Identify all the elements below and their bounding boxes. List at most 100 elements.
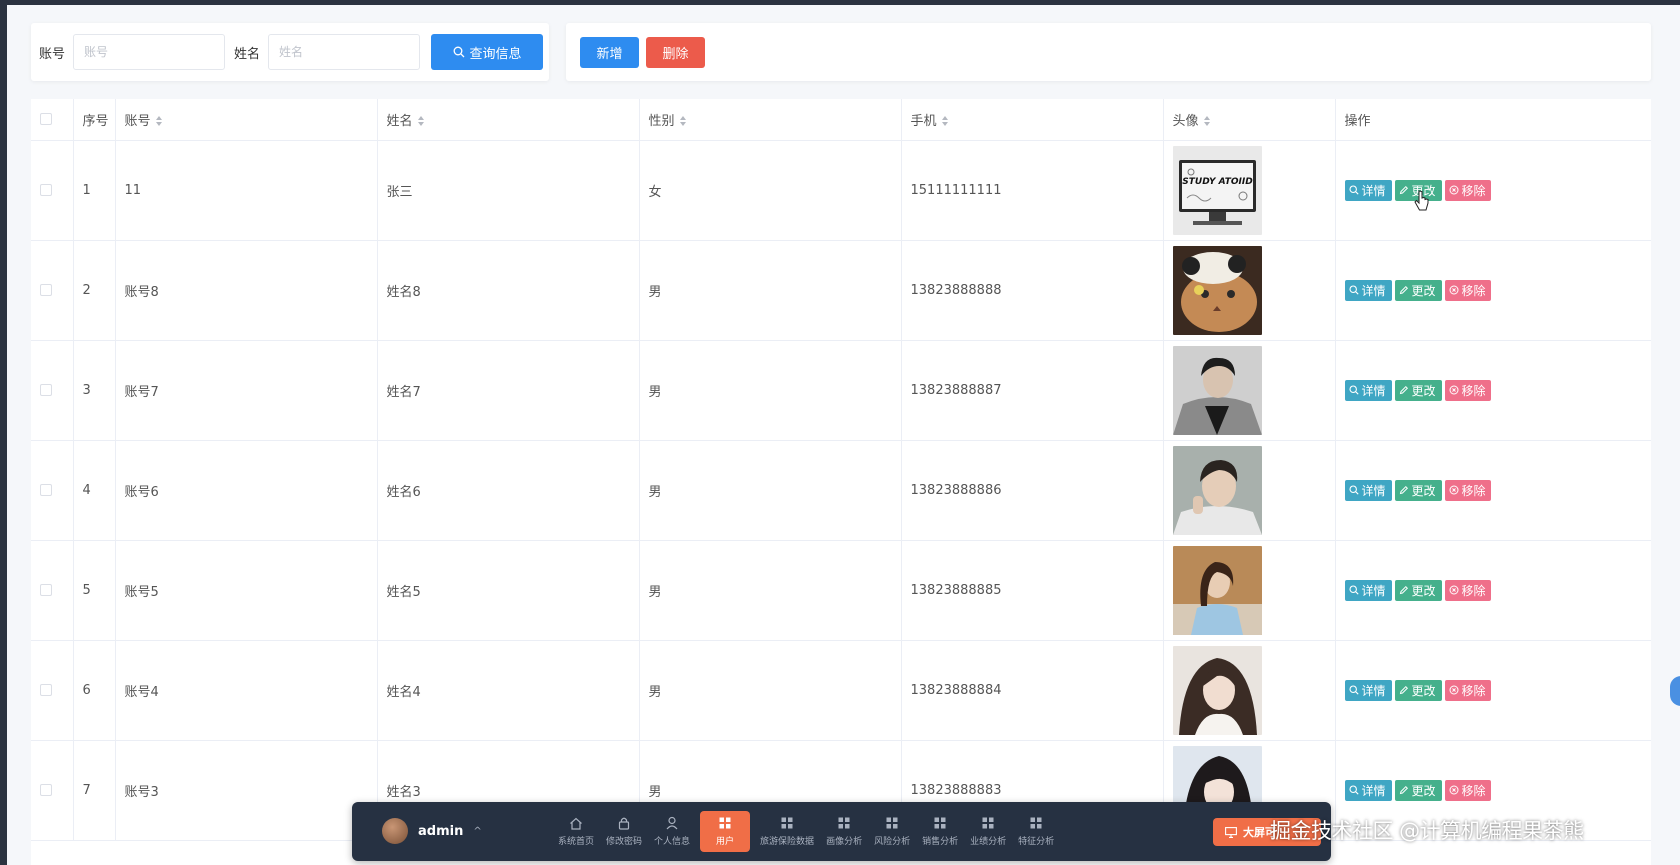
row-name: 张三	[377, 140, 640, 241]
row-avatar-cell	[1163, 440, 1336, 541]
header-operation: 操作	[1335, 99, 1651, 141]
row-checkbox[interactable]	[40, 784, 52, 796]
nav-feature-analysis[interactable]: 特征分析	[1012, 811, 1060, 852]
nav-home[interactable]: 系统首页	[552, 811, 600, 852]
row-account: 账号3	[115, 740, 378, 841]
header-name-label: 姓名	[386, 113, 413, 129]
close-circle-icon	[1449, 785, 1458, 795]
row-name: 姓名8	[377, 240, 640, 341]
remove-button[interactable]: 移除	[1444, 579, 1491, 601]
header-phone[interactable]: 手机	[901, 99, 1164, 141]
remove-button[interactable]: 移除	[1444, 179, 1491, 201]
search-icon	[453, 46, 464, 58]
row-checkbox[interactable]	[40, 284, 52, 296]
search-icon	[1348, 685, 1359, 695]
row-account: 账号6	[115, 440, 378, 541]
row-checkbox[interactable]	[40, 384, 52, 396]
avatar-image[interactable]	[1172, 645, 1262, 735]
row-account: 账号8	[115, 240, 378, 341]
row-gender: 男	[639, 640, 902, 741]
query-button[interactable]: 查询信息	[431, 34, 544, 70]
home-icon	[569, 816, 583, 830]
row-gender: 男	[639, 340, 902, 441]
avatar-image[interactable]	[1172, 245, 1262, 335]
row-index: 5	[73, 540, 116, 641]
row-operations: 详情 更改 移除	[1335, 540, 1651, 641]
detail-button[interactable]: 详情	[1344, 279, 1392, 301]
detail-button[interactable]: 详情	[1344, 179, 1392, 201]
delete-button[interactable]: 删除	[646, 36, 705, 68]
grid-icon	[719, 816, 731, 830]
row-operations: 详情 更改 移除	[1335, 240, 1651, 341]
scroll-handle[interactable]	[1670, 676, 1680, 706]
detail-button[interactable]: 详情	[1344, 479, 1392, 501]
header-name[interactable]: 姓名	[377, 99, 640, 141]
remove-button[interactable]: 移除	[1444, 479, 1491, 501]
row-checkbox[interactable]	[40, 484, 52, 496]
close-circle-icon	[1449, 485, 1458, 495]
detail-button[interactable]: 详情	[1344, 679, 1392, 701]
row-avatar-cell	[1163, 340, 1336, 441]
avatar-image[interactable]	[1172, 545, 1262, 635]
row-checkbox[interactable]	[40, 184, 52, 196]
edit-button[interactable]: 更改	[1394, 479, 1442, 501]
edit-button[interactable]: 更改	[1394, 679, 1442, 701]
nav-change-password[interactable]: 修改密码	[600, 811, 648, 852]
bottom-dock: admin ^ 系统首页 修改密码 个人信息 用户 旅游保险数据 画像分析 风险…	[352, 802, 1331, 861]
header-account-label: 账号	[124, 113, 151, 129]
detail-button[interactable]: 详情	[1344, 779, 1392, 801]
dock-nav: 系统首页 修改密码 个人信息 用户 旅游保险数据 画像分析 风险分析 销售分析	[552, 810, 1060, 853]
nav-profile-label: 个人信息	[654, 837, 691, 847]
sort-icon[interactable]	[155, 115, 163, 127]
edit-button[interactable]: 更改	[1394, 779, 1442, 801]
sort-icon[interactable]	[417, 115, 425, 127]
pencil-icon	[1399, 485, 1408, 495]
monitor-icon	[1225, 826, 1237, 838]
remove-button[interactable]: 移除	[1444, 679, 1491, 701]
nav-users-label: 用户	[716, 837, 735, 847]
table-header-row: 序号 账号 姓名 性别 手机 头像 操作	[31, 99, 1651, 141]
user-menu[interactable]: admin ^	[382, 818, 482, 844]
nav-risk-analysis[interactable]: 风险分析	[868, 811, 916, 852]
edit-button[interactable]: 更改	[1394, 379, 1442, 401]
name-search-input[interactable]	[268, 34, 421, 70]
sort-icon[interactable]	[941, 115, 949, 127]
row-checkbox[interactable]	[40, 684, 52, 696]
svg-text:STUDY ATOIID: STUDY ATOIID	[1182, 177, 1253, 187]
edit-button[interactable]: 更改	[1394, 579, 1442, 601]
select-all-checkbox[interactable]	[40, 113, 52, 126]
name-label: 姓名	[234, 46, 261, 62]
mouse-cursor-icon	[1414, 190, 1429, 211]
avatar-image[interactable]	[1172, 345, 1262, 435]
row-phone: 15111111111	[901, 140, 1164, 241]
remove-button[interactable]: 移除	[1444, 779, 1491, 801]
lock-icon	[618, 816, 630, 830]
nav-users[interactable]: 用户	[700, 811, 751, 852]
grid-icon	[838, 816, 850, 830]
remove-button[interactable]: 移除	[1444, 279, 1491, 301]
nav-performance-analysis-label: 业绩分析	[970, 837, 1007, 847]
add-button[interactable]: 新增	[580, 36, 639, 68]
detail-button[interactable]: 详情	[1344, 379, 1392, 401]
grid-icon	[934, 816, 946, 830]
header-account[interactable]: 账号	[115, 99, 378, 141]
nav-performance-analysis[interactable]: 业绩分析	[964, 811, 1012, 852]
avatar-image[interactable]: STUDY ATOIID	[1172, 145, 1262, 235]
avatar-image[interactable]	[1172, 445, 1262, 535]
nav-portrait-analysis[interactable]: 画像分析	[820, 811, 868, 852]
account-search-input[interactable]	[73, 34, 226, 70]
detail-button[interactable]: 详情	[1344, 579, 1392, 601]
sort-icon[interactable]	[1203, 115, 1211, 127]
nav-travel-insurance[interactable]: 旅游保险数据	[754, 811, 820, 852]
pencil-icon	[1399, 785, 1408, 795]
row-select-cell	[31, 340, 74, 441]
header-avatar[interactable]: 头像	[1163, 99, 1336, 141]
header-gender[interactable]: 性别	[639, 99, 902, 141]
row-checkbox[interactable]	[40, 584, 52, 596]
remove-button[interactable]: 移除	[1444, 379, 1491, 401]
sort-icon[interactable]	[679, 115, 687, 127]
nav-profile[interactable]: 个人信息	[648, 811, 696, 852]
edit-button[interactable]: 更改	[1394, 279, 1442, 301]
nav-sales-analysis[interactable]: 销售分析	[916, 811, 964, 852]
pencil-icon	[1399, 385, 1408, 395]
